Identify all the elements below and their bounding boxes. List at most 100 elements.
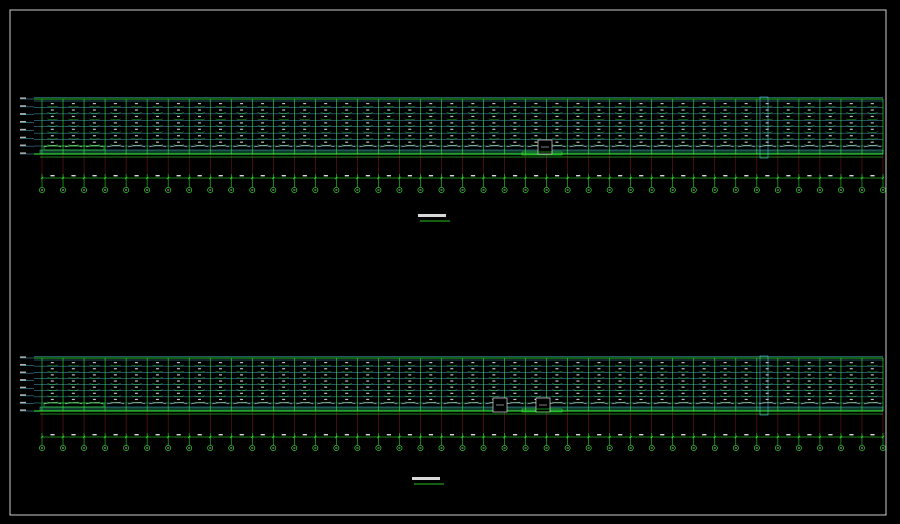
bay-tag <box>324 109 328 111</box>
bay-tag <box>113 122 117 124</box>
bay-tag <box>134 103 138 105</box>
bay-tag <box>513 141 517 143</box>
axis-bubble-label <box>167 189 170 191</box>
dimension-text <box>176 434 181 436</box>
bay-tag <box>492 386 496 388</box>
bay-tag <box>597 398 601 401</box>
bay-tag <box>681 115 685 118</box>
bay-tag <box>618 141 622 143</box>
bay-tag <box>71 374 75 376</box>
dimension-text <box>533 175 539 177</box>
bay-tag <box>92 109 96 111</box>
bay-tag <box>849 368 853 370</box>
bay-tag <box>198 368 202 370</box>
bay-tag <box>176 135 180 137</box>
bay-tag <box>408 115 412 118</box>
bay-tag <box>618 103 622 105</box>
bay-tag <box>471 368 475 370</box>
dimension-text <box>639 434 644 436</box>
bay-tag <box>723 135 727 137</box>
bay-tag <box>282 374 286 376</box>
bay-tag <box>576 362 580 364</box>
bay-tag <box>723 122 727 124</box>
bay-tag <box>576 392 580 394</box>
bay-tag <box>71 122 75 124</box>
bay-tag <box>219 362 223 364</box>
dimension-text <box>870 175 875 177</box>
bay-tag <box>828 109 832 111</box>
dimension-text <box>218 434 223 436</box>
bay-tag <box>744 141 748 143</box>
axis-bubble-label <box>104 447 107 449</box>
bay-tag <box>639 122 643 124</box>
bay-tag <box>576 128 580 130</box>
bay-tag <box>387 103 391 105</box>
bay-tag <box>261 380 265 382</box>
bay-tag <box>345 141 349 143</box>
bay-tag <box>702 368 706 370</box>
bay-tag <box>303 135 307 137</box>
axis-bubble-label <box>209 189 212 191</box>
bay-tag <box>492 368 496 370</box>
bay-tag <box>450 368 454 370</box>
dimension-text <box>71 175 76 177</box>
bay-tag <box>555 380 559 382</box>
dimension-text <box>134 434 139 436</box>
bay-tag <box>639 374 643 376</box>
bay-tag <box>807 380 811 382</box>
axis-bubble-label <box>251 189 254 191</box>
bay-tag <box>71 392 75 394</box>
bay-tag <box>744 115 748 118</box>
bay-tag <box>387 122 391 124</box>
axis-bubble-label <box>125 447 128 449</box>
bay-tag <box>534 386 538 388</box>
bay-tag <box>681 141 685 143</box>
axis-bubble-label <box>566 447 569 449</box>
axis-bubble-label <box>104 189 107 191</box>
dimension-text <box>386 434 392 436</box>
bay-tag <box>450 374 454 376</box>
bay-tag <box>387 141 391 143</box>
bay-tag <box>681 380 685 382</box>
axis-bubble-label <box>419 189 422 191</box>
bay-tag <box>345 392 349 394</box>
bay-tag <box>113 128 117 130</box>
bay-tag <box>345 386 349 388</box>
bay-tag <box>324 386 328 388</box>
bay-tag <box>324 368 328 370</box>
bay-tag <box>681 122 685 124</box>
bay-tag <box>681 128 685 130</box>
bay-tag <box>450 386 454 388</box>
level-label <box>20 152 26 154</box>
bay-tag <box>50 115 54 118</box>
bay-tag <box>113 103 117 105</box>
axis-bubble-label <box>62 447 65 449</box>
bay-tag <box>387 368 391 370</box>
bay-tag <box>387 109 391 111</box>
bay-tag <box>576 368 580 370</box>
dimension-text <box>723 434 728 436</box>
bay-tag <box>828 128 832 130</box>
bay-tag <box>702 386 706 388</box>
axis-bubble-label <box>503 447 506 449</box>
bay-tag <box>744 392 748 394</box>
dimension-text <box>786 175 791 177</box>
bay-tag <box>387 374 391 376</box>
bay-tag <box>71 380 75 382</box>
bay-tag <box>429 374 433 376</box>
dimension-text <box>407 175 413 177</box>
axis-bubble-label <box>377 189 380 191</box>
bay-tag <box>555 398 559 401</box>
level-label <box>20 401 26 404</box>
bay-tag <box>639 103 643 105</box>
bay-tag <box>618 115 622 118</box>
bay-tag <box>660 368 664 370</box>
bay-tag <box>597 141 601 143</box>
bay-tag <box>723 115 727 118</box>
bay-tag <box>176 115 180 118</box>
axis-bubble-label <box>818 447 821 449</box>
bay-tag <box>681 398 685 401</box>
bay-tag <box>261 398 265 401</box>
bay-tag <box>450 380 454 382</box>
bay-tag <box>366 141 370 143</box>
